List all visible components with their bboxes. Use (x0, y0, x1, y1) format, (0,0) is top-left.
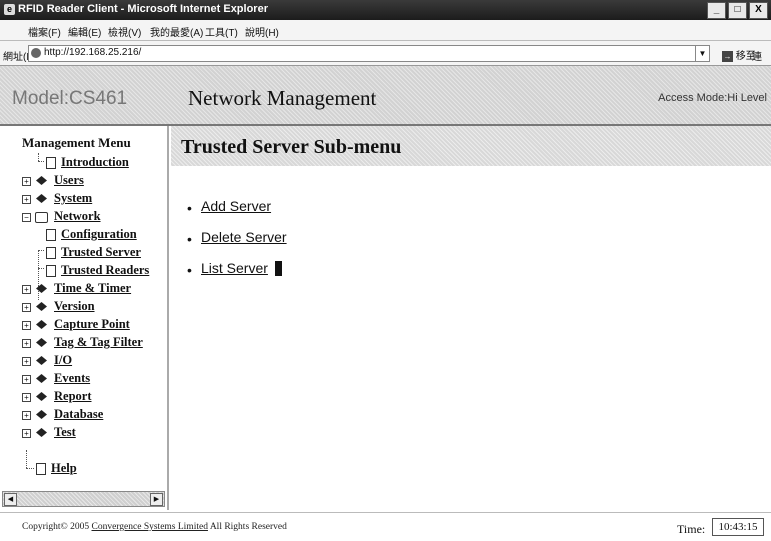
menu-item-introduction[interactable]: Introduction (0, 155, 167, 173)
collapse-icon[interactable]: − (22, 213, 31, 222)
expand-icon[interactable]: + (22, 357, 31, 366)
window-titlebar: e RFID Reader Client - Microsoft Interne… (0, 0, 771, 20)
menu-item-system[interactable]: + System (0, 191, 167, 209)
menu-item-database[interactable]: + Database (0, 407, 167, 425)
footer: Copyright© 2005 Convergence Systems Limi… (0, 512, 771, 541)
menu-horizontal-scrollbar[interactable]: ◀ ▶ (2, 491, 165, 507)
menu-item-trusted-server[interactable]: Trusted Server (0, 245, 167, 263)
menu-item-io[interactable]: + I/O (0, 353, 167, 371)
close-button[interactable]: X (749, 2, 768, 19)
expand-icon[interactable]: + (22, 303, 31, 312)
go-arrow-icon: → (722, 50, 733, 62)
submenu-header: Trusted Server Sub-menu (171, 126, 771, 166)
expand-icon[interactable]: + (22, 411, 31, 420)
page-title: Network Management (188, 86, 377, 110)
page-icon (36, 463, 46, 475)
window-title: RFID Reader Client - Microsoft Internet … (18, 3, 268, 15)
scroll-right-icon[interactable]: ▶ (150, 493, 163, 506)
menu-item-help[interactable]: Help (0, 461, 167, 479)
address-input[interactable]: http://192.168.25.216/ ▼ (28, 45, 710, 62)
menu-help[interactable]: 說明(H) (245, 24, 279, 39)
menu-item-version[interactable]: + Version (0, 299, 167, 317)
mouse-cursor-icon (275, 261, 282, 276)
page-icon (31, 48, 41, 58)
page-icon (46, 265, 56, 277)
menu-item-tag-filter[interactable]: + Tag & Tag Filter (0, 335, 167, 353)
expand-icon[interactable]: + (22, 195, 31, 204)
menu-view[interactable]: 檢視(V) (108, 24, 141, 39)
access-mode: Access Mode:Hi Level (658, 92, 767, 104)
management-menu-pane: Management Menu Introduction + Users + S… (0, 126, 169, 510)
model-label: Model:CS461 (12, 88, 128, 109)
time-field[interactable]: 10:43:15 (712, 518, 764, 536)
delete-server-link[interactable]: Delete Server (201, 229, 287, 245)
book-icon (36, 320, 47, 329)
copyright-text: Copyright© 2005 Convergence Systems Limi… (22, 522, 287, 532)
submenu-title: Trusted Server Sub-menu (181, 136, 402, 158)
book-icon (36, 302, 47, 311)
browser-menubar: 檔案(F) 編輯(E) 檢視(V) 我的最愛(A) 工具(T) 說明(H) (0, 20, 771, 41)
menu-item-users[interactable]: + Users (0, 173, 167, 191)
ie-logo-icon: e (4, 4, 15, 15)
expand-icon[interactable]: + (22, 393, 31, 402)
book-icon (36, 410, 47, 419)
go-button[interactable]: → 移至 (722, 47, 756, 62)
add-server-link[interactable]: Add Server (201, 198, 271, 214)
address-url[interactable]: http://192.168.25.216/ (44, 47, 141, 58)
menu-file[interactable]: 檔案(F) (28, 24, 61, 39)
menu-tools[interactable]: 工具(T) (205, 24, 238, 39)
book-icon (36, 428, 47, 437)
menu-item-trusted-readers[interactable]: Trusted Readers (0, 263, 167, 281)
list-server-link[interactable]: List Server (201, 260, 268, 276)
expand-icon[interactable]: + (22, 375, 31, 384)
window-controls: _ □ X (707, 2, 768, 19)
page-icon (46, 157, 56, 169)
expand-icon[interactable]: + (22, 321, 31, 330)
expand-icon[interactable]: + (22, 339, 31, 348)
expand-icon[interactable]: + (22, 177, 31, 186)
company-link[interactable]: Convergence Systems Limited (92, 522, 208, 532)
menu-item-time-timer[interactable]: + Time & Timer (0, 281, 167, 299)
book-icon (36, 284, 47, 293)
content-pane: Trusted Server Sub-menu • Add Server • D… (171, 126, 771, 510)
menu-item-capture-point[interactable]: + Capture Point (0, 317, 167, 335)
expand-icon[interactable]: + (22, 429, 31, 438)
address-dropdown-icon[interactable]: ▼ (695, 46, 709, 61)
book-icon (36, 338, 47, 347)
bullet: • (187, 200, 192, 216)
maximize-button[interactable]: □ (728, 2, 747, 19)
book-icon (36, 194, 47, 203)
menu-item-report[interactable]: + Report (0, 389, 167, 407)
scroll-left-icon[interactable]: ◀ (4, 493, 17, 506)
open-folder-icon (35, 212, 48, 223)
menu-title: Management Menu (22, 135, 131, 150)
book-icon (36, 392, 47, 401)
copyright-prefix: Copyright© 2005 (22, 522, 90, 532)
book-icon (36, 356, 47, 365)
book-icon (36, 374, 47, 383)
menu-edit[interactable]: 編輯(E) (68, 24, 101, 39)
menu-item-events[interactable]: + Events (0, 371, 167, 389)
expand-icon[interactable]: + (22, 285, 31, 294)
menu-favorites[interactable]: 我的最愛(A) (150, 24, 203, 39)
menu-item-test[interactable]: + Test (0, 425, 167, 443)
app-header: Model:CS461 Network Management Access Mo… (0, 66, 771, 126)
minimize-button[interactable]: _ (707, 2, 726, 19)
rights-text: All Rights Reserved (209, 522, 287, 532)
time-label: Time: (677, 522, 706, 536)
bullet: • (187, 262, 192, 278)
page-icon (46, 247, 56, 259)
menu-item-configuration[interactable]: Configuration (0, 227, 167, 245)
bullet: • (187, 231, 192, 247)
page-icon (46, 229, 56, 241)
book-icon (36, 176, 47, 185)
address-bar: 網址(D) http://192.168.25.216/ ▼ → 移至 連結 (0, 41, 771, 78)
menu-item-network[interactable]: − Network (0, 209, 167, 227)
